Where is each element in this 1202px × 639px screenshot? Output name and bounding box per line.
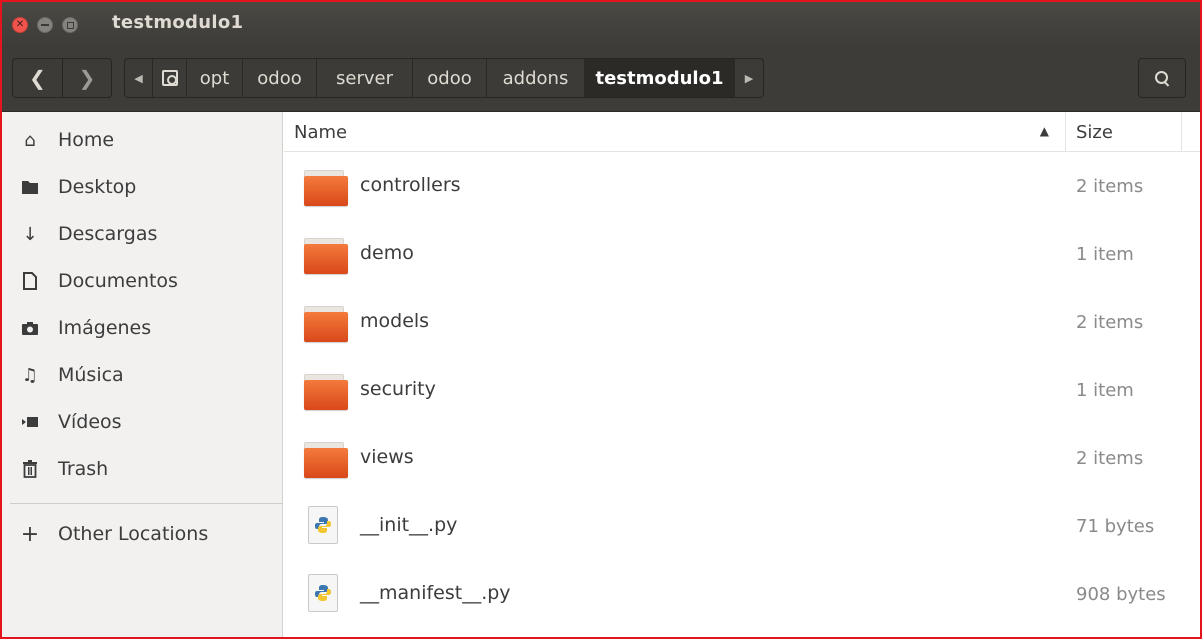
navigation-buttons: ❮ ❯ (12, 58, 112, 98)
minimize-window-button[interactable] (37, 17, 53, 33)
camera-icon (2, 321, 58, 336)
file-row-security[interactable]: security 1 item (284, 358, 1200, 426)
sidebar-item-other-locations[interactable]: + Other Locations (2, 511, 283, 557)
forward-button[interactable]: ❯ (61, 59, 111, 97)
close-icon: ✕ (15, 19, 25, 30)
sidebar-item-desktop[interactable]: Desktop (2, 164, 283, 210)
download-icon: ↓ (22, 223, 38, 245)
file-name: demo (360, 242, 414, 264)
breadcrumb-server[interactable]: server (317, 59, 413, 97)
sidebar-item-label: Documentos (58, 270, 178, 292)
sidebar-item-videos[interactable]: Vídeos (2, 399, 283, 445)
file-name: __init__.py (360, 514, 458, 536)
folder-icon (304, 170, 348, 206)
sidebar-item-label: Desktop (58, 176, 137, 198)
file-name: views (360, 446, 414, 468)
sort-ascending-icon: ▲ (1039, 124, 1049, 138)
sidebar-item-label: Música (58, 364, 124, 386)
sidebar-item-label: Imágenes (58, 317, 152, 339)
file-name: security (360, 378, 436, 400)
sidebar-item-label: Vídeos (58, 411, 122, 433)
path-bar: ◀ opt odoo server odoo addons testmodulo… (124, 58, 764, 98)
title-bar: ✕ testmodulo1 (2, 2, 1200, 46)
plus-icon: + (20, 521, 40, 547)
sidebar-item-home[interactable]: ⌂ Home (2, 117, 283, 163)
list-header: Name ▲ Size (284, 112, 1200, 152)
column-header-name[interactable]: Name ▲ (284, 112, 1066, 152)
video-icon (2, 416, 58, 428)
triangle-left-icon: ◀ (134, 71, 143, 85)
sidebar-item-imagenes[interactable]: Imágenes (2, 305, 283, 351)
folder-icon (304, 306, 348, 342)
maximize-icon (66, 21, 74, 29)
breadcrumb-odoo[interactable]: odoo (243, 59, 317, 97)
sidebar-item-documentos[interactable]: Documentos (2, 258, 283, 304)
chevron-left-icon: ❮ (29, 66, 46, 90)
chevron-right-icon: ❯ (78, 66, 96, 90)
home-icon: ⌂ (24, 129, 36, 151)
column-header-size[interactable]: Size (1066, 112, 1182, 152)
file-row-demo[interactable]: demo 1 item (284, 222, 1200, 290)
file-size: 1 item (1076, 244, 1134, 265)
file-row-init-py[interactable]: __init__.py 71 bytes (284, 494, 1200, 562)
breadcrumb-odoo-2[interactable]: odoo (413, 59, 487, 97)
file-manager-window: ✕ testmodulo1 ❮ ❯ ◀ opt odoo server odoo… (0, 0, 1202, 639)
window-title: testmodulo1 (112, 12, 244, 33)
sidebar-item-label: Descargas (58, 223, 158, 245)
python-file-icon (304, 574, 348, 614)
breadcrumb-root[interactable] (153, 59, 187, 97)
file-name: models (360, 310, 430, 332)
breadcrumb-current[interactable]: testmodulo1 (585, 59, 735, 97)
file-name: controllers (360, 174, 461, 196)
file-row-controllers[interactable]: controllers 2 items (284, 154, 1200, 222)
search-button[interactable] (1138, 58, 1186, 98)
file-name: __manifest__.py (360, 582, 511, 604)
breadcrumb-addons[interactable]: addons (487, 59, 585, 97)
music-icon: ♫ (21, 364, 39, 386)
maximize-window-button[interactable] (62, 17, 78, 33)
sidebar-item-label: Home (58, 129, 115, 151)
python-file-icon (304, 506, 348, 546)
document-icon (2, 272, 58, 290)
sidebar-item-label: Other Locations (58, 523, 209, 545)
path-scroll-left-button[interactable]: ◀ (125, 59, 153, 97)
file-size: 2 items (1076, 448, 1144, 469)
trash-icon (2, 460, 58, 478)
sidebar-item-descargas[interactable]: ↓ Descargas (2, 211, 283, 257)
sidebar-item-label: Trash (58, 458, 109, 480)
file-list: Name ▲ Size controllers 2 items demo 1 i… (284, 112, 1200, 637)
folder-icon (304, 442, 348, 478)
sidebar: ⌂ Home Desktop ↓ Descargas Documentos Im… (2, 112, 283, 637)
close-window-button[interactable]: ✕ (12, 17, 28, 33)
file-size: 1 item (1076, 380, 1134, 401)
file-row-views[interactable]: views 2 items (284, 426, 1200, 494)
sidebar-item-musica[interactable]: ♫ Música (2, 352, 283, 398)
path-scroll-right-button[interactable]: ▶ (735, 59, 763, 97)
file-row-models[interactable]: models 2 items (284, 290, 1200, 358)
breadcrumb-opt[interactable]: opt (187, 59, 243, 97)
minimize-icon (41, 24, 49, 26)
folder-icon (2, 179, 58, 195)
file-size: 2 items (1076, 312, 1144, 333)
sidebar-divider (10, 503, 282, 504)
search-icon (1155, 71, 1169, 85)
back-button[interactable]: ❮ (13, 59, 62, 97)
sidebar-item-trash[interactable]: Trash (2, 446, 283, 492)
file-row-manifest-py[interactable]: __manifest__.py 908 bytes (284, 562, 1200, 630)
file-size: 71 bytes (1076, 516, 1155, 537)
triangle-right-icon: ▶ (744, 71, 754, 85)
toolbar: ❮ ❯ ◀ opt odoo server odoo addons testmo… (2, 46, 1200, 112)
file-size: 908 bytes (1076, 584, 1166, 605)
folder-icon (304, 374, 348, 410)
file-size: 2 items (1076, 176, 1144, 197)
folder-icon (304, 238, 348, 274)
disk-icon (161, 70, 178, 86)
